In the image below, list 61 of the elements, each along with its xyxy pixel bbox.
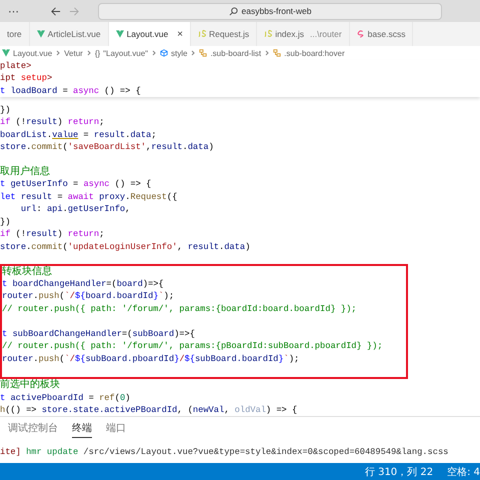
cube-icon xyxy=(160,49,168,57)
search-field[interactable]: easybbs-front-web xyxy=(98,2,442,20)
sticky-code-line: plate> xyxy=(0,60,32,72)
terminal-line: ite] hmr update /src/views/Layout.vue?vue&type=style&index=0&scoped=60489549&lang.scss xyxy=(0,446,450,458)
breadcrumb-item[interactable]: Vetur xyxy=(64,48,83,58)
vue-icon xyxy=(2,49,10,57)
selector-icon xyxy=(273,49,282,57)
chevron-icon xyxy=(86,50,92,56)
braces-icon: {} xyxy=(94,48,100,58)
vue-icon xyxy=(116,30,124,38)
code-line: if (!result) return; xyxy=(0,116,106,129)
code-line: url: api.getUserInfo, xyxy=(20,203,132,216)
chevron-icon xyxy=(190,50,196,56)
code-line: t activePboardId = ref(0) xyxy=(0,392,132,404)
code-line: let result = await proxy.Request({ xyxy=(0,190,178,204)
more-icon[interactable]: ⋯ xyxy=(8,4,36,18)
code-comment: 取用户信息 xyxy=(0,166,51,178)
status-item[interactable]: 空格: 4 xyxy=(447,464,480,478)
vue-icon xyxy=(36,30,45,38)
code-line: router.push(`/${subBoard.pboardId}/${subBoard.boardId}`); xyxy=(2,352,300,365)
chevron-icon xyxy=(55,50,62,56)
code-line: if (!result) return; xyxy=(0,228,106,241)
panel-tab[interactable]: 调试控制台 xyxy=(8,421,58,438)
sticky-code-line: ipt setup> xyxy=(0,72,54,85)
search-icon xyxy=(228,6,238,16)
code-line: store.commit('updateLoginUserInfo', result.data) xyxy=(0,240,252,254)
code-line: t getUserInfo = async () => { xyxy=(0,178,152,191)
breadcrumb-item[interactable]: .sub-board:hover xyxy=(284,48,345,58)
sticky-code-line: t loadBoard = async () => { xyxy=(0,84,142,98)
editor-tab[interactable]: index.js ...\router xyxy=(257,22,350,46)
chevron-icon xyxy=(264,50,270,56)
code-line: store.commit('saveBoardList',result.data) xyxy=(0,141,215,154)
chevron-icon xyxy=(151,50,157,56)
breadcrumb-item[interactable]: .sub-board-list xyxy=(210,48,262,58)
code-line: t boardChangeHandler=(board)=>{ xyxy=(2,278,165,290)
back-icon[interactable] xyxy=(50,6,61,16)
code-comment: // router.push({ path: '/forum/', params:{boardId:board.boardId} }); xyxy=(2,302,358,316)
code-line: }) xyxy=(0,216,12,228)
code-comment: 转板块信息 xyxy=(2,266,53,278)
js-icon xyxy=(198,30,206,38)
breadcrumb-item[interactable]: "Layout.vue" xyxy=(103,48,148,58)
status-item[interactable]: 行 310，列 22 xyxy=(364,464,434,478)
code-comment: 前选中的板块 xyxy=(0,379,61,392)
editor-tab[interactable]: tore xyxy=(0,22,30,46)
editor-tab[interactable]: Layout.vue × xyxy=(108,22,192,46)
panel-tab[interactable]: 终端 xyxy=(72,421,92,438)
code-line: router.push(`/${board.boardId}`); xyxy=(2,290,176,303)
breadcrumb-item[interactable]: style xyxy=(171,48,188,58)
close-icon[interactable]: × xyxy=(177,28,184,40)
editor-tab[interactable]: base.scss xyxy=(350,22,414,46)
code-line: boardList.value = result.data; xyxy=(0,128,158,142)
editor-tab[interactable]: Request.js xyxy=(191,22,258,46)
breadcrumb-item[interactable]: Layout.vue xyxy=(13,48,52,58)
code-line: }) xyxy=(0,104,12,116)
js-icon xyxy=(264,30,272,38)
code-line: t subBoardChangeHandler=(subBoard)=>{ xyxy=(2,328,196,340)
sass-icon xyxy=(356,30,365,38)
code-comment: // router.push({ path: '/forum/', params:{pBoardId:subBoard.pboardId} }); xyxy=(2,340,384,353)
panel-tab[interactable]: 端口 xyxy=(106,421,126,438)
selector-icon xyxy=(199,49,208,57)
code-line: h(() => store.state.activePBoardId, (newVal, oldVal) => { xyxy=(0,404,298,416)
